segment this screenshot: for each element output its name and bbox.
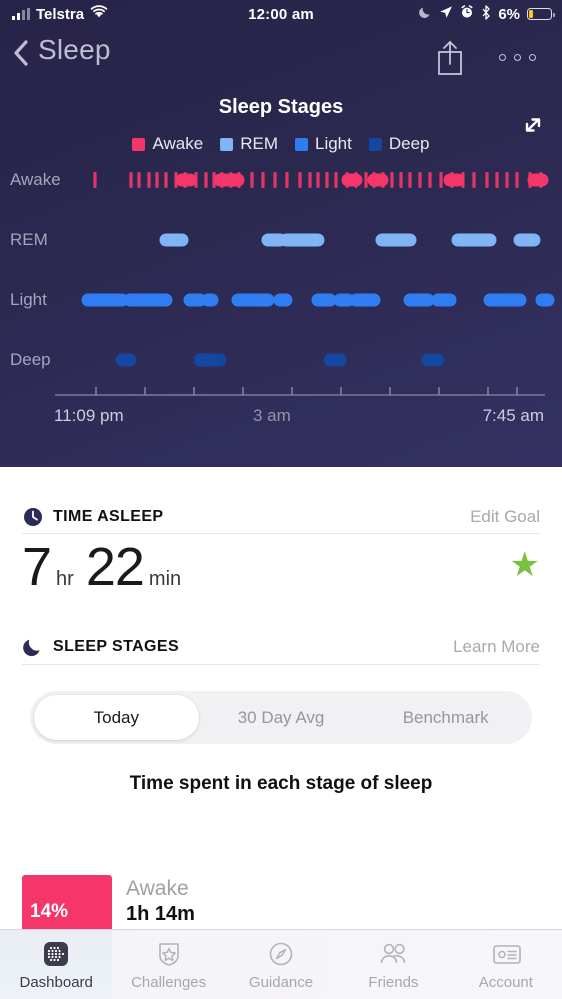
legend-swatch-light <box>295 138 308 151</box>
stage-bar-percent-awake: 14% <box>30 901 68 923</box>
legend-swatch-awake <box>132 138 145 151</box>
moon-icon <box>418 5 432 23</box>
bottom-tab-bar: Dashboard Challenges Guidance <box>0 929 562 999</box>
divider <box>22 664 540 665</box>
moon-icon <box>22 636 44 658</box>
tab-30-day-avg[interactable]: 30 Day Avg <box>199 695 364 740</box>
status-bar-right: 6% <box>418 5 552 24</box>
shield-star-icon <box>153 938 185 970</box>
hypnogram-chart[interactable] <box>0 160 562 390</box>
tab-today[interactable]: Today <box>34 695 199 740</box>
stages-caption: Time spent in each stage of sleep <box>0 773 562 795</box>
back-label: Sleep <box>38 34 111 66</box>
chart-x-axis-labels: 11:09 pm 3 am 7:45 am <box>0 406 562 430</box>
stage-name-awake: Awake <box>126 876 195 902</box>
tab-label-guidance: Guidance <box>249 974 313 991</box>
tab-challenges[interactable]: Challenges <box>112 930 224 999</box>
x-label-end: 7:45 am <box>483 406 544 426</box>
stage-bar-chart: 14% Awake 1h 14m <box>0 845 562 929</box>
sleep-stages-header: SLEEP STAGES Learn More <box>22 630 540 664</box>
legend-label-light: Light <box>315 134 352 154</box>
fitbit-dots-icon <box>40 938 72 970</box>
chart-title: Sleep Stages <box>0 96 562 119</box>
sleep-chart-panel: Telstra 12:00 am <box>0 0 562 467</box>
star-icon: ★ <box>510 548 540 582</box>
time-asleep-value: 7 hr 22 min <box>22 540 181 594</box>
divider <box>22 533 540 534</box>
clock-icon <box>22 506 44 528</box>
asleep-minutes: 22 <box>86 540 144 594</box>
share-icon[interactable] <box>433 38 467 78</box>
tab-label-challenges: Challenges <box>131 974 206 991</box>
sleep-stages-segmented-control[interactable]: Today 30 Day Avg Benchmark <box>30 691 532 744</box>
sleep-stages-title: SLEEP STAGES <box>53 638 453 656</box>
tab-label-friends: Friends <box>368 974 418 991</box>
asleep-minutes-unit: min <box>149 568 181 591</box>
time-asleep-title: TIME ASLEEP <box>53 508 470 526</box>
alarm-clock-icon <box>460 5 474 23</box>
legend-label-rem: REM <box>240 134 278 154</box>
battery-percent-label: 6% <box>498 6 520 23</box>
chart-x-axis <box>0 385 562 405</box>
location-arrow-icon <box>439 5 453 23</box>
bluetooth-icon <box>481 5 491 24</box>
legend-item-awake: Awake <box>132 134 203 154</box>
battery-icon <box>527 8 552 20</box>
compass-icon <box>265 938 297 970</box>
stage-duration-awake: 1h 14m <box>126 902 195 927</box>
legend-item-light: Light <box>295 134 352 154</box>
sleep-detail-screen: Telstra 12:00 am <box>0 0 562 999</box>
x-label-start: 11:09 pm <box>54 406 124 426</box>
learn-more-link[interactable]: Learn More <box>453 637 540 657</box>
edit-goal-link[interactable]: Edit Goal <box>470 507 540 527</box>
people-icon <box>377 938 409 970</box>
more-dots-icon[interactable] <box>499 54 536 61</box>
tab-guidance[interactable]: Guidance <box>225 930 337 999</box>
legend-item-rem: REM <box>220 134 278 154</box>
status-bar: Telstra 12:00 am <box>0 0 562 28</box>
x-label-mid: 3 am <box>253 406 291 426</box>
stage-bar-meta-awake: Awake 1h 14m <box>126 876 195 927</box>
legend-item-deep: Deep <box>369 134 430 154</box>
legend-swatch-rem <box>220 138 233 151</box>
legend-label-deep: Deep <box>389 134 430 154</box>
legend-swatch-deep <box>369 138 382 151</box>
chart-legend: Awake REM Light Deep <box>0 134 562 154</box>
back-button[interactable]: Sleep <box>12 34 111 66</box>
stage-bar-awake[interactable]: 14% <box>22 875 112 929</box>
navigation-bar: Sleep <box>0 30 562 92</box>
asleep-hours: 7 <box>22 540 51 594</box>
time-asleep-header: TIME ASLEEP Edit Goal <box>22 500 540 534</box>
asleep-hours-unit: hr <box>56 568 74 591</box>
tab-label-account: Account <box>479 974 533 991</box>
tab-label-dashboard: Dashboard <box>20 974 93 991</box>
tab-account[interactable]: Account <box>450 930 562 999</box>
legend-label-awake: Awake <box>152 134 203 154</box>
tab-dashboard[interactable]: Dashboard <box>0 930 112 999</box>
tab-benchmark[interactable]: Benchmark <box>363 695 528 740</box>
id-card-icon <box>490 938 522 970</box>
chevron-left-icon <box>12 40 30 58</box>
tab-friends[interactable]: Friends <box>337 930 449 999</box>
